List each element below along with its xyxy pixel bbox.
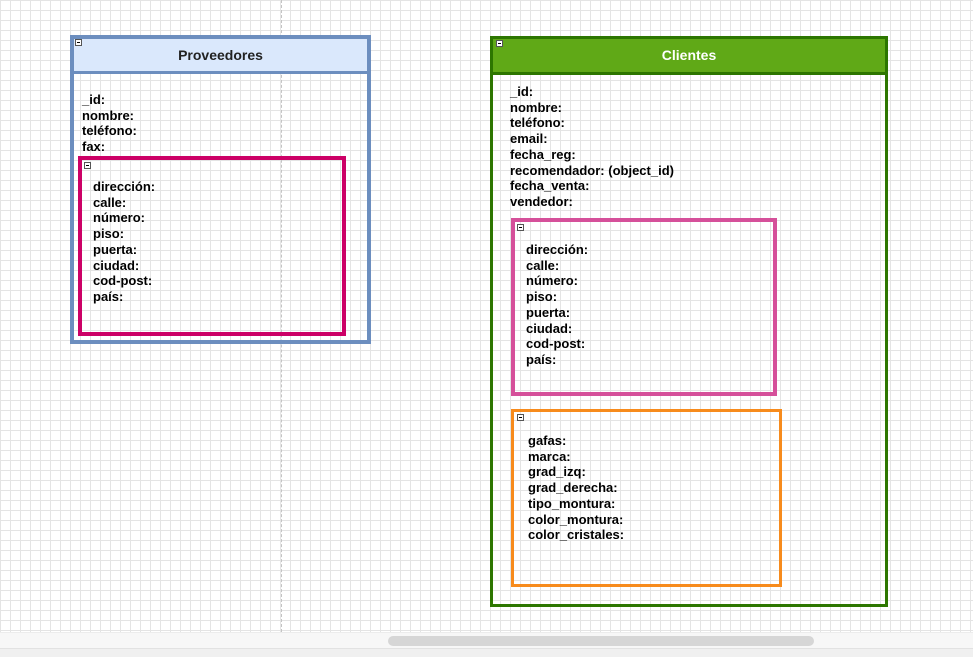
horizontal-scrollbar-thumb[interactable]: [388, 636, 814, 646]
field-item: puerta:: [93, 241, 138, 257]
field-item: número:: [526, 273, 578, 289]
field-item: fecha_reg:: [510, 146, 576, 162]
clientes-direccion-fields: dirección: calle: número: piso: puerta: …: [526, 242, 588, 368]
clientes-title[interactable]: Clientes: [493, 39, 885, 75]
field-item: recomendador: (object_id): [510, 162, 674, 178]
field-item: color_cristales:: [528, 527, 625, 543]
collapse-icon[interactable]: [496, 40, 503, 47]
field-item: color_montura:: [528, 511, 624, 527]
field-item: email:: [510, 131, 548, 147]
field-item: teléfono:: [510, 115, 565, 131]
clientes-gafas-container[interactable]: gafas: marca: grad_izq: grad_derecha: ti…: [511, 409, 782, 587]
bottom-bar: [0, 632, 973, 657]
field-item: grad_izq:: [528, 464, 586, 480]
field-item: dirección:: [93, 179, 156, 194]
proveedores-direccion-container[interactable]: dirección: calle: número: piso: puerta: …: [78, 156, 346, 336]
clientes-direccion-container[interactable]: dirección: calle: número: piso: puerta: …: [511, 218, 777, 396]
collapse-icon[interactable]: [75, 39, 82, 46]
field-item: piso:: [526, 289, 558, 305]
field-item: _id:: [82, 92, 106, 107]
proveedores-direccion-fields: dirección: calle: número: piso: puerta: …: [93, 179, 155, 305]
field-item: número:: [93, 210, 145, 226]
proveedores-fields: _id: nombre: teléfono: fax:: [82, 92, 137, 155]
field-item: _id:: [510, 84, 534, 99]
clientes-gafas-fields: gafas: marca: grad_izq: grad_derecha: ti…: [528, 433, 624, 543]
field-item: país:: [526, 351, 557, 367]
field-item: cod-post:: [93, 273, 153, 289]
collapse-icon[interactable]: [84, 162, 91, 169]
field-item: teléfono:: [82, 123, 137, 139]
field-item: ciudad:: [93, 257, 140, 273]
field-item: gafas:: [528, 433, 567, 448]
field-item: tipo_montura:: [528, 495, 616, 511]
field-item: piso:: [93, 226, 125, 242]
field-item: calle:: [526, 257, 560, 273]
field-item: vendedor:: [510, 193, 573, 209]
field-item: fax:: [82, 139, 106, 155]
field-item: ciudad:: [526, 320, 573, 336]
field-item: nombre:: [82, 107, 134, 123]
field-item: nombre:: [510, 99, 562, 115]
field-item: marca:: [528, 448, 571, 464]
field-item: dirección:: [526, 242, 589, 257]
field-item: grad_derecha:: [528, 480, 618, 496]
proveedores-title[interactable]: Proveedores: [74, 39, 367, 74]
page-tabs-strip: [0, 648, 973, 657]
field-item: país:: [93, 288, 124, 304]
clientes-fields: _id: nombre: teléfono: email: fecha_reg:…: [510, 84, 674, 210]
field-item: calle:: [93, 194, 127, 210]
collapse-icon[interactable]: [517, 224, 524, 231]
field-item: puerta:: [526, 304, 571, 320]
field-item: cod-post:: [526, 336, 586, 352]
collapse-icon[interactable]: [517, 414, 524, 421]
field-item: fecha_venta:: [510, 178, 590, 194]
